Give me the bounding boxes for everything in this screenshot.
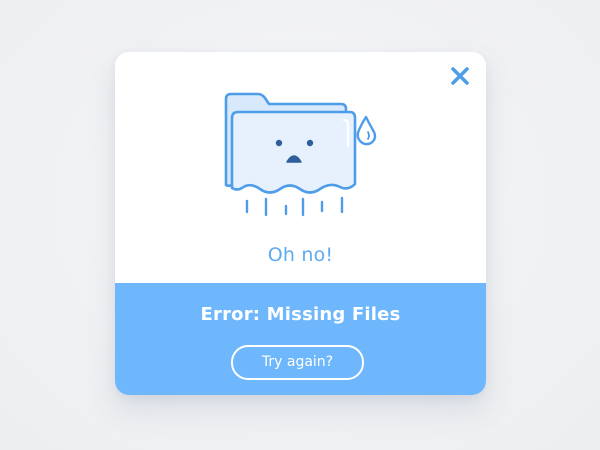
right-eye bbox=[306, 139, 314, 147]
error-title: Error: Missing Files bbox=[200, 304, 401, 325]
error-dialog: Oh no! Error: Missing Files Try again? bbox=[115, 52, 486, 395]
folder-front-panel bbox=[230, 110, 357, 194]
dialog-top-panel: Oh no! bbox=[115, 52, 486, 283]
dialog-bottom-panel: Error: Missing Files Try again? bbox=[115, 283, 486, 395]
close-icon[interactable] bbox=[448, 64, 472, 88]
sweat-drop-shine bbox=[367, 131, 370, 140]
page-background: Oh no! Error: Missing Files Try again? bbox=[0, 0, 600, 450]
drip-lines bbox=[245, 196, 344, 217]
error-message: Oh no! bbox=[267, 244, 334, 266]
left-eye bbox=[275, 139, 283, 147]
sad-melting-folder-icon bbox=[224, 92, 377, 217]
sweat-drop-icon bbox=[356, 115, 377, 146]
try-again-button[interactable]: Try again? bbox=[231, 345, 364, 380]
